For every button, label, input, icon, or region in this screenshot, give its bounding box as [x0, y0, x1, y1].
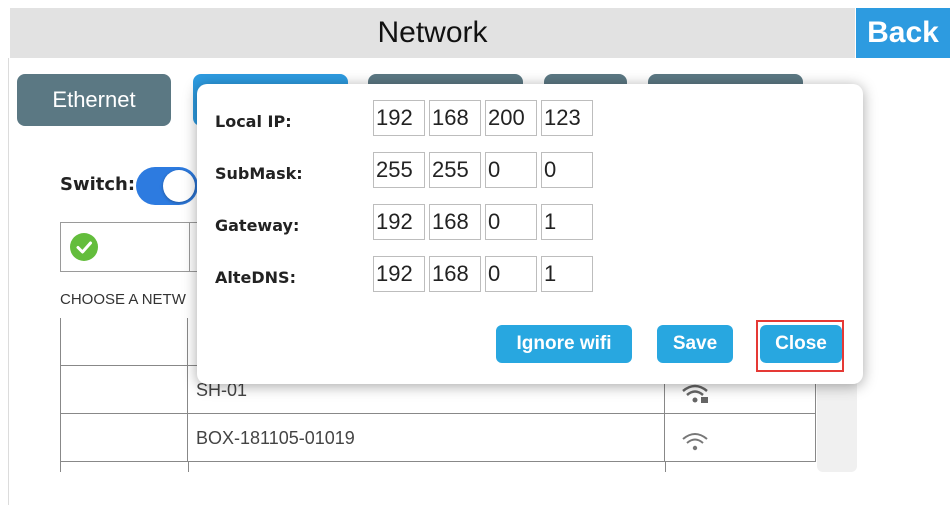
- altedns-octet-2[interactable]: 168: [429, 256, 481, 292]
- toggle-knob: [163, 170, 195, 202]
- altedns-octet-1[interactable]: 192: [373, 256, 425, 292]
- submask-octet-4[interactable]: 0: [541, 152, 593, 188]
- wifi-icon: [682, 433, 708, 451]
- close-button-highlight: [756, 320, 844, 372]
- submask-octet-1[interactable]: 255: [373, 152, 425, 188]
- check-circle-icon: [70, 233, 98, 261]
- local-ip-octet-3[interactable]: 200: [485, 100, 537, 136]
- gateway-octet-2[interactable]: 168: [429, 204, 481, 240]
- network-name: BOX-181105-01019: [188, 414, 665, 461]
- network-signal-cell: [665, 414, 816, 461]
- wifi-lock-icon: [682, 384, 708, 403]
- left-divider: [8, 58, 9, 505]
- network-row-partial: [60, 462, 816, 472]
- local-ip-octet-1[interactable]: 192: [373, 100, 425, 136]
- gateway-octet-3[interactable]: 0: [485, 204, 537, 240]
- local-ip-octet-4[interactable]: 123: [541, 100, 593, 136]
- row-cell-blank: [60, 414, 188, 461]
- network-row[interactable]: BOX-181105-01019: [60, 414, 816, 462]
- header-bar: Network: [10, 8, 855, 58]
- gateway-label: Gateway:: [215, 216, 300, 235]
- gateway-octet-4[interactable]: 1: [541, 204, 593, 240]
- submask-octet-3[interactable]: 0: [485, 152, 537, 188]
- local-ip-octet-2[interactable]: 168: [429, 100, 481, 136]
- wifi-switch-toggle[interactable]: [136, 167, 198, 205]
- altedns-octet-3[interactable]: 0: [485, 256, 537, 292]
- row-cell-blank: [60, 366, 188, 413]
- gateway-octet-1[interactable]: 192: [373, 204, 425, 240]
- ignore-wifi-button[interactable]: Ignore wifi: [496, 325, 632, 363]
- altedns-octet-4[interactable]: 1: [541, 256, 593, 292]
- back-button[interactable]: Back: [856, 8, 950, 58]
- page-title: Network: [377, 16, 488, 49]
- save-button[interactable]: Save: [657, 325, 733, 363]
- choose-network-label: CHOOSE A NETW: [60, 291, 186, 308]
- submask-label: SubMask:: [215, 164, 303, 183]
- altedns-label: AlteDNS:: [215, 268, 296, 287]
- local-ip-label: Local IP:: [215, 112, 292, 131]
- tab-ethernet[interactable]: Ethernet: [17, 74, 171, 126]
- submask-octet-2[interactable]: 255: [429, 152, 481, 188]
- status-divider: [189, 223, 190, 271]
- switch-label: Switch:: [60, 174, 136, 195]
- row-cell-blank: [60, 318, 188, 365]
